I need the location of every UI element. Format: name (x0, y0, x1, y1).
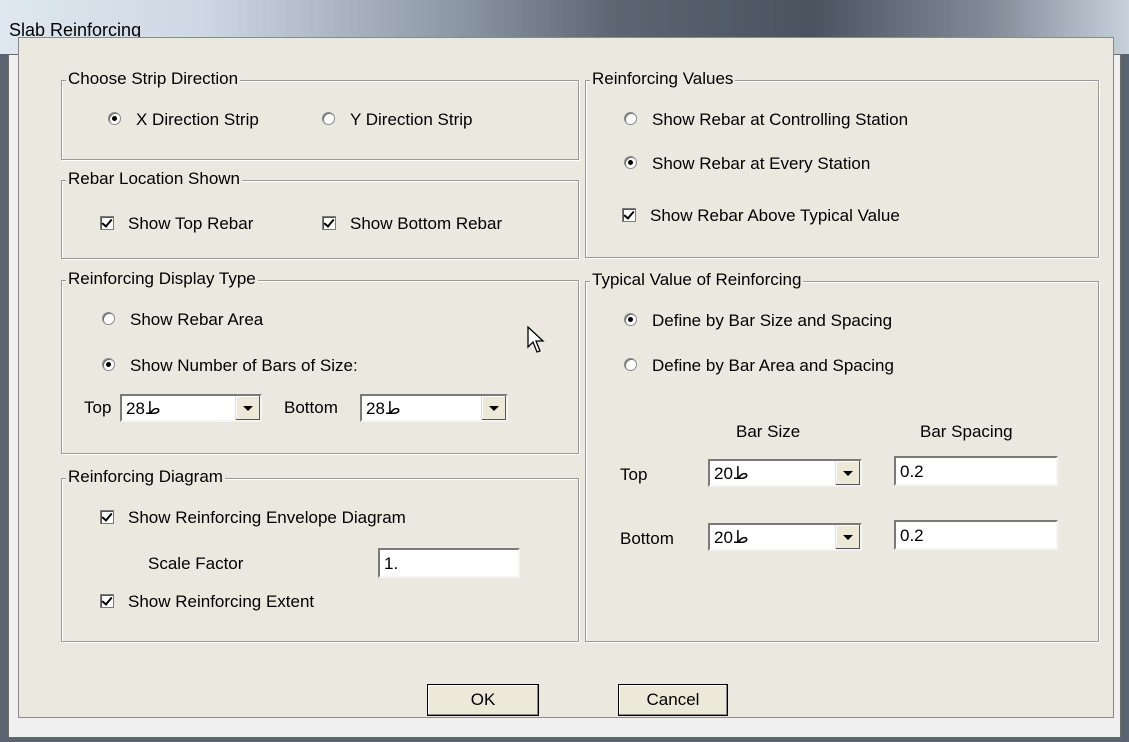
top-size-label: Top (84, 398, 112, 417)
radio-unselected-icon (624, 358, 637, 372)
dialog-body: Choose Strip Direction X Direction Strip… (18, 37, 1114, 718)
show-top-rebar-checkbox[interactable]: Show Top Rebar (100, 214, 253, 234)
show-number-bars-radio[interactable]: Show Number of Bars of Size: (102, 356, 358, 376)
top-bar-size-select[interactable]: ط28 (120, 394, 262, 422)
bottom-bar-size-select[interactable]: ط28 (360, 394, 508, 422)
checkbox-checked-icon (100, 509, 114, 524)
above-typical-checkbox[interactable]: Show Rebar Above Typical Value (622, 206, 900, 226)
ok-button[interactable]: OK (427, 684, 539, 716)
display-type-group: Reinforcing Display Type Show Rebar Area… (61, 269, 579, 454)
typical-top-size-select[interactable]: ط20 (708, 459, 862, 487)
show-rebar-area-radio[interactable]: Show Rebar Area (102, 310, 263, 330)
typical-bottom-spacing-input[interactable]: 0.2 (894, 520, 1058, 550)
display-type-legend: Reinforcing Display Type (66, 269, 258, 289)
radio-unselected-icon (322, 112, 335, 126)
dropdown-arrow-icon[interactable] (481, 396, 506, 420)
rebar-location-group: Rebar Location Shown Show Top Rebar Show… (61, 169, 579, 259)
checkbox-checked-icon (622, 207, 636, 222)
reinforcing-values-group: Reinforcing Values Show Rebar at Control… (585, 69, 1099, 258)
radio-unselected-icon (102, 312, 115, 326)
typical-bottom-size-select[interactable]: ط20 (708, 523, 862, 551)
x-direction-radio[interactable]: X Direction Strip (108, 110, 259, 130)
every-station-radio[interactable]: Show Rebar at Every Station (624, 154, 870, 174)
bar-area-spacing-radio[interactable]: Define by Bar Area and Spacing (624, 356, 894, 376)
dropdown-arrow-icon[interactable] (835, 461, 860, 485)
dropdown-arrow-icon[interactable] (835, 525, 860, 549)
typical-top-label: Top (620, 465, 648, 484)
radio-unselected-icon (624, 112, 637, 126)
cancel-button[interactable]: Cancel (618, 684, 728, 716)
radio-selected-icon (102, 358, 115, 372)
controlling-station-radio[interactable]: Show Rebar at Controlling Station (624, 110, 908, 130)
reinforcing-values-legend: Reinforcing Values (590, 69, 736, 89)
y-direction-radio[interactable]: Y Direction Strip (322, 110, 473, 130)
typical-top-spacing-input[interactable]: 0.2 (894, 456, 1058, 486)
bar-size-header: Bar Size (736, 422, 801, 441)
strip-direction-group: Choose Strip Direction X Direction Strip… (61, 69, 579, 160)
checkbox-checked-icon (100, 593, 114, 608)
show-envelope-checkbox[interactable]: Show Reinforcing Envelope Diagram (100, 508, 406, 528)
rebar-location-legend: Rebar Location Shown (66, 169, 243, 189)
bottom-size-label: Bottom (284, 398, 338, 417)
scale-factor-input[interactable]: 1. (378, 548, 520, 578)
strip-direction-legend: Choose Strip Direction (66, 69, 241, 89)
mouse-pointer-icon (527, 326, 545, 353)
typical-bottom-label: Bottom (620, 529, 674, 548)
radio-selected-icon (108, 112, 121, 126)
bar-size-spacing-radio[interactable]: Define by Bar Size and Spacing (624, 311, 892, 331)
typical-value-group: Typical Value of Reinforcing Define by B… (585, 270, 1099, 642)
checkbox-checked-icon (322, 215, 336, 230)
bar-spacing-header: Bar Spacing (920, 422, 1013, 441)
show-extent-checkbox[interactable]: Show Reinforcing Extent (100, 592, 314, 612)
radio-selected-icon (624, 156, 637, 170)
reinforcing-diagram-legend: Reinforcing Diagram (66, 467, 225, 487)
radio-selected-icon (624, 313, 637, 327)
typical-value-legend: Typical Value of Reinforcing (590, 270, 804, 290)
reinforcing-diagram-group: Reinforcing Diagram Show Reinforcing Env… (61, 467, 579, 642)
scale-factor-label: Scale Factor (148, 554, 244, 573)
show-bottom-rebar-checkbox[interactable]: Show Bottom Rebar (322, 214, 502, 234)
checkbox-checked-icon (100, 215, 114, 230)
dropdown-arrow-icon[interactable] (235, 396, 260, 420)
